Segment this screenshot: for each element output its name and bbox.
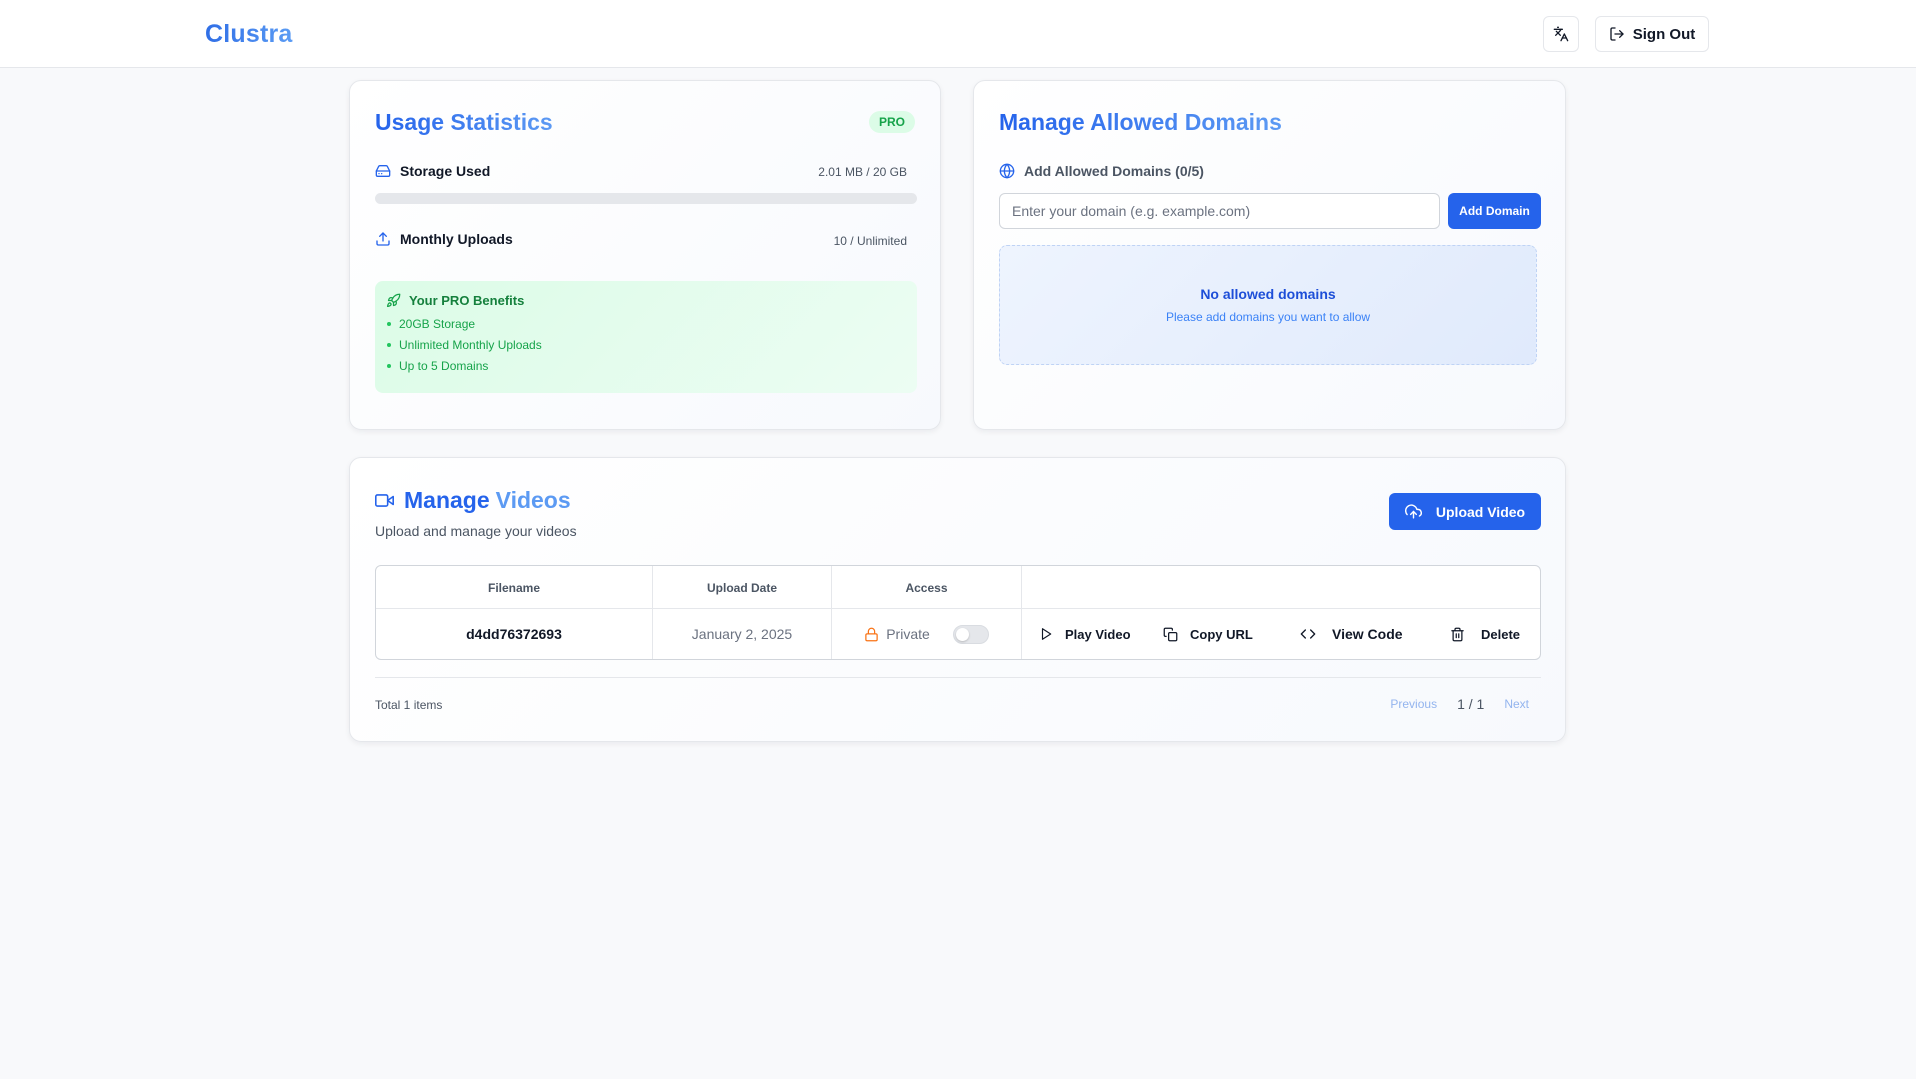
language-button[interactable] (1543, 16, 1579, 52)
domain-input[interactable] (999, 193, 1440, 229)
video-upload-date: January 2, 2025 (691, 626, 793, 642)
globe-icon (999, 163, 1015, 179)
access-toggle[interactable] (952, 624, 989, 644)
usage-statistics-card: Usage Statistics PRO Storage Used 2.01 M… (349, 80, 941, 430)
access-status-label: Private (886, 626, 930, 642)
pagination: Previous 1 / 1 Next (1390, 696, 1529, 712)
video-access-cell: Private (832, 609, 1021, 659)
trash-icon (1450, 627, 1465, 642)
top-navbar: Clustra Sign Out (0, 0, 1916, 68)
column-header-access[interactable]: Access (832, 566, 1021, 609)
allowed-domains-card: Manage Allowed Domains Add Allowed Domai… (973, 80, 1566, 430)
benefit-item: 20GB Storage (387, 317, 906, 331)
benefit-item: Unlimited Monthly Uploads (387, 338, 906, 352)
monthly-uploads-value: 10 / Unlimited (833, 234, 907, 248)
pro-benefits-title: Your PRO Benefits (386, 293, 906, 308)
column-header-filename[interactable]: Filename (376, 566, 652, 609)
pro-benefits-box: Your PRO Benefits 20GB Storage Unlimited… (375, 281, 917, 393)
next-page-button[interactable]: Next (1504, 697, 1529, 711)
empty-domains-state: No allowed domains Please add domains yo… (999, 245, 1537, 365)
video-filename: d4dd76372693 (466, 626, 562, 642)
table-footer-divider (375, 677, 1541, 678)
page-indicator: 1 / 1 (1457, 696, 1485, 712)
upload-icon (375, 231, 391, 247)
sign-out-label: Sign Out (1632, 25, 1696, 43)
column-header-upload-date[interactable]: Upload Date (653, 566, 831, 609)
logout-icon (1609, 26, 1625, 42)
videos-table: Filename Upload Date Access d4dd76372693… (375, 565, 1541, 660)
hard-drive-icon (375, 163, 391, 179)
storage-progress-bar (375, 193, 917, 204)
previous-page-button[interactable]: Previous (1390, 697, 1437, 711)
empty-domains-subtitle: Please add domains you want to allow (1165, 310, 1371, 324)
video-camera-icon (375, 491, 394, 510)
add-domains-subheader: Add Allowed Domains (0/5) (999, 163, 1204, 179)
copy-icon (1163, 627, 1178, 642)
domains-title: Manage Allowed Domains (999, 109, 1282, 135)
storage-used-label: Storage Used (375, 163, 490, 179)
code-icon (1300, 626, 1316, 642)
app-logo[interactable]: Clustra (205, 20, 293, 49)
view-code-button[interactable]: View Code (1300, 609, 1403, 659)
delete-video-button[interactable]: Delete (1450, 609, 1520, 659)
upload-video-button[interactable]: Upload Video (1389, 493, 1541, 530)
monthly-uploads-label: Monthly Uploads (375, 231, 513, 247)
videos-header: Manage Videos (375, 487, 571, 514)
add-domain-button[interactable]: Add Domain (1448, 193, 1541, 229)
benefit-item: Up to 5 Domains (387, 359, 906, 373)
pro-benefits-list: 20GB Storage Unlimited Monthly Uploads U… (386, 317, 906, 373)
videos-title-part1: Manage (404, 487, 490, 513)
translate-icon (1553, 26, 1569, 42)
lock-icon (864, 627, 879, 642)
play-video-button[interactable]: Play Video (1039, 609, 1131, 659)
play-icon (1039, 627, 1053, 641)
sign-out-button[interactable]: Sign Out (1595, 16, 1709, 52)
total-items-label: Total 1 items (375, 698, 443, 712)
rocket-icon (386, 293, 401, 308)
cloud-upload-icon (1404, 503, 1422, 520)
manage-videos-card: Manage Videos Upload and manage your vid… (349, 457, 1566, 742)
copy-url-button[interactable]: Copy URL (1163, 609, 1253, 659)
storage-used-value: 2.01 MB / 20 GB (818, 165, 907, 179)
videos-title-part2: Videos (495, 487, 571, 513)
videos-subtitle: Upload and manage your videos (375, 523, 577, 539)
pro-badge: PRO (868, 111, 915, 133)
usage-title: Usage Statistics (375, 109, 553, 135)
empty-domains-title: No allowed domains (1200, 286, 1336, 302)
